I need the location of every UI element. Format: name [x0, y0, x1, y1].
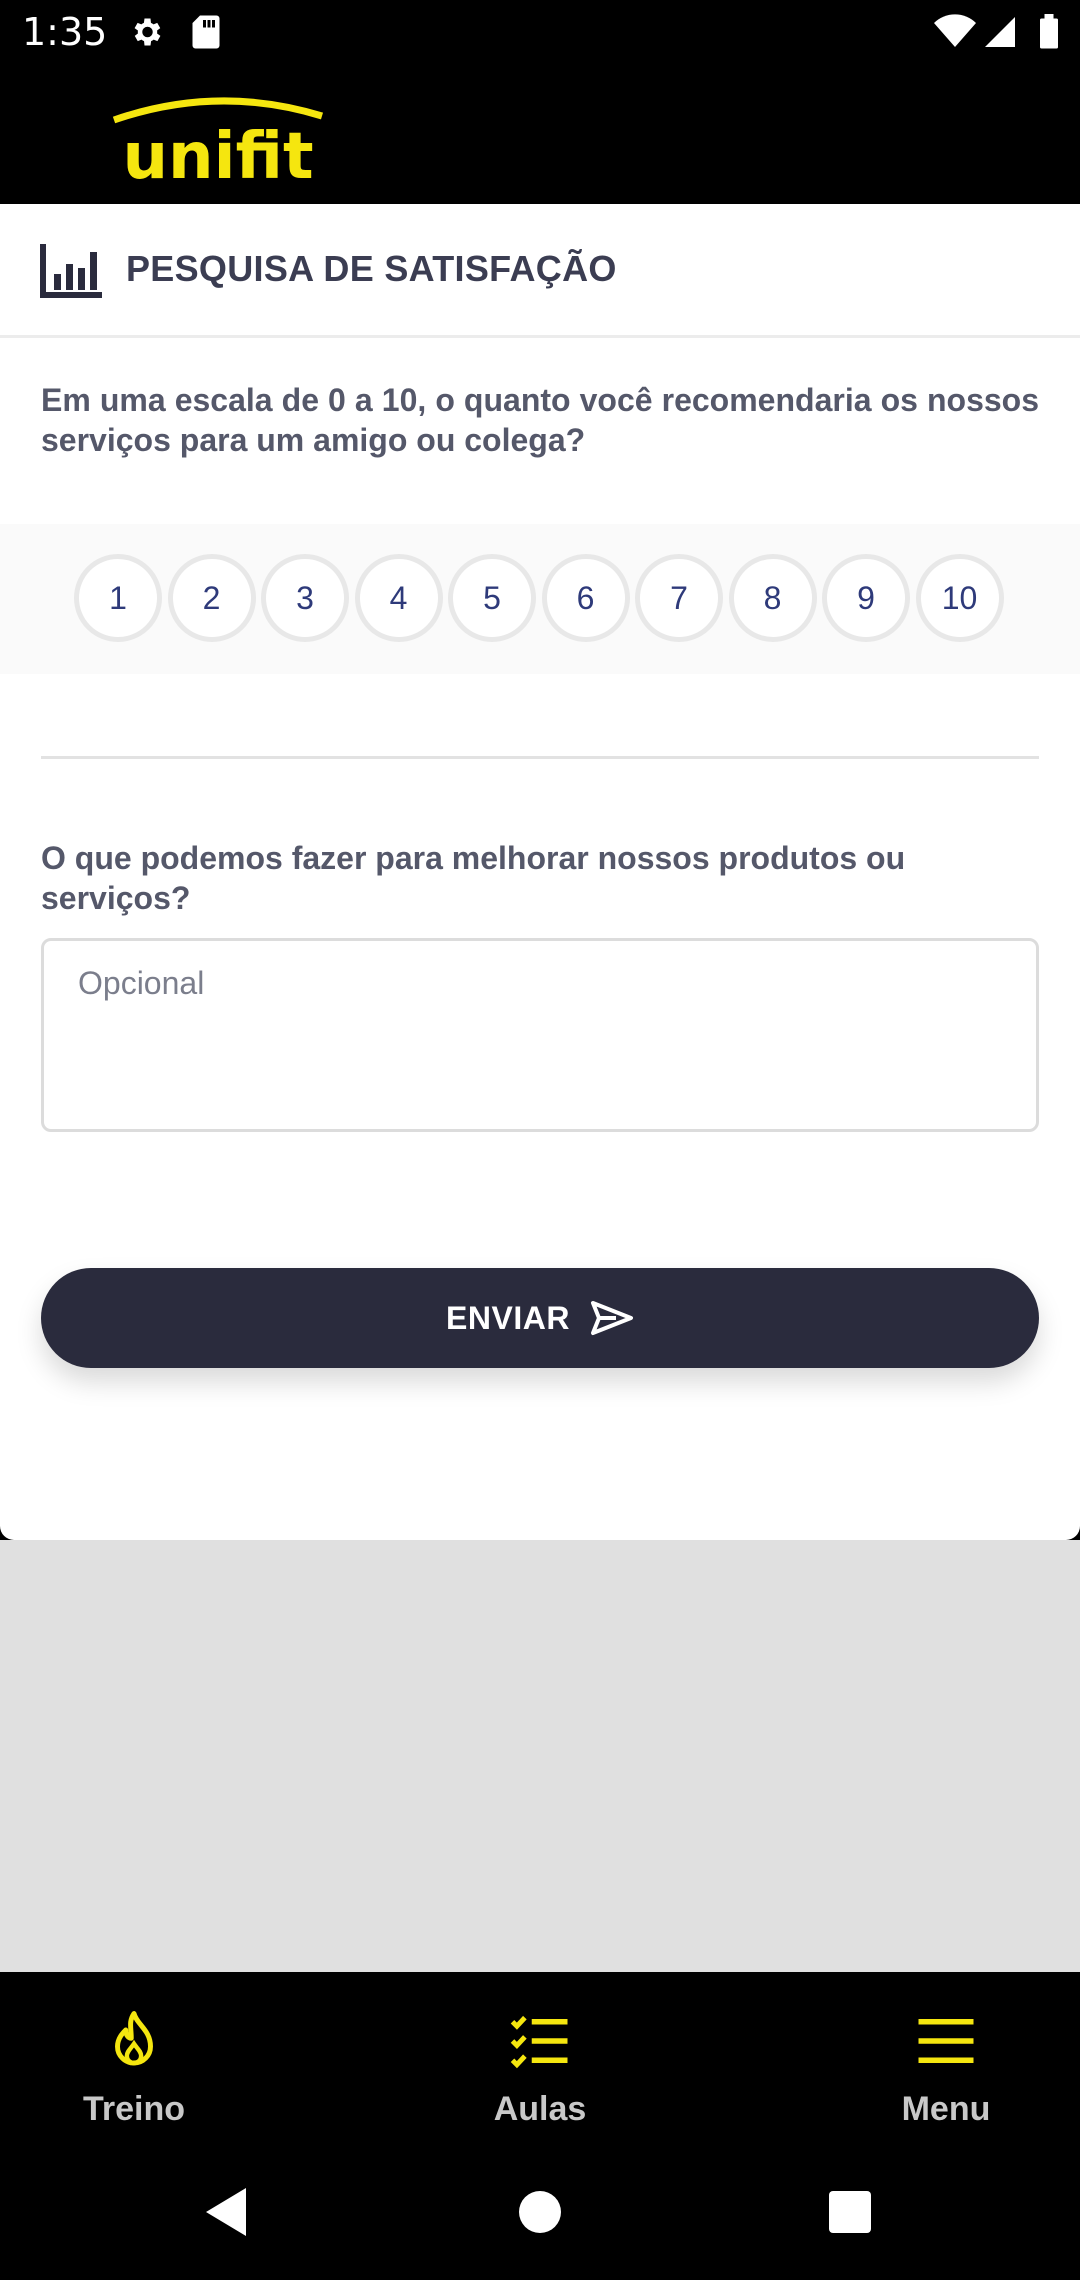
logo-text: unifit — [122, 120, 313, 194]
wifi-icon — [934, 14, 976, 47]
nav-item-menu[interactable]: Menu — [796, 1972, 1080, 2152]
system-navigation-bar — [0, 2152, 1080, 2280]
rating-button-7[interactable]: 7 — [635, 554, 723, 642]
submit-label: ENVIAR — [446, 1299, 570, 1336]
page-title: PESQUISA DE SATISFAÇÃO — [126, 248, 617, 289]
rating-scale: 1 2 3 4 5 6 7 8 9 10 — [0, 524, 1080, 674]
survey-card: PESQUISA DE SATISFAÇÃO Em uma escala de … — [0, 204, 1080, 1540]
submit-button[interactable]: ENVIAR — [41, 1268, 1039, 1368]
battery-icon — [1040, 14, 1058, 49]
bottom-navigation: Treino Aulas Menu — [0, 1972, 1080, 2152]
feedback-textarea[interactable] — [41, 938, 1039, 1132]
signal-icon — [985, 17, 1015, 47]
recents-square-icon[interactable] — [820, 2182, 880, 2242]
nav-label-menu: Menu — [901, 2090, 991, 2128]
send-icon — [590, 1301, 633, 1335]
status-bar: 1:35 — [0, 0, 1080, 66]
phone-screen: 1:35 unifit PESQUISA DE SATISFAÇÃO Em um… — [0, 0, 1080, 2280]
status-time: 1:35 — [22, 10, 108, 54]
rating-button-6[interactable]: 6 — [541, 554, 630, 642]
unifit-logo: unifit — [112, 97, 324, 194]
rating-button-4[interactable]: 4 — [354, 554, 443, 642]
rating-button-10[interactable]: 10 — [915, 554, 1004, 642]
back-triangle-icon[interactable] — [196, 2182, 256, 2242]
rating-button-1[interactable]: 1 — [74, 554, 162, 642]
rating-button-3[interactable]: 3 — [261, 554, 349, 642]
card-header: PESQUISA DE SATISFAÇÃO — [0, 204, 1080, 338]
empty-background — [0, 1540, 1080, 1972]
bar-chart-icon — [40, 244, 102, 298]
nav-item-treino[interactable]: Treino — [0, 1972, 284, 2152]
settings-gear-icon — [134, 18, 161, 46]
rating-button-2[interactable]: 2 — [167, 554, 256, 642]
nav-label-treino: Treino — [82, 2090, 186, 2128]
home-circle-icon[interactable] — [510, 2182, 570, 2242]
nav-item-aulas[interactable]: Aulas — [390, 1972, 690, 2152]
rating-button-5[interactable]: 5 — [448, 554, 536, 642]
rating-button-9[interactable]: 9 — [822, 554, 910, 642]
hamburger-icon — [918, 2019, 974, 2063]
sd-card-icon — [192, 15, 220, 49]
recommendation-question: Em uma escala de 0 a 10, o quanto você r… — [41, 382, 1039, 458]
flame-icon — [115, 2011, 153, 2066]
improvement-question: O que podemos fazer para melhorar nossos… — [41, 840, 906, 916]
checklist-icon — [510, 2015, 568, 2069]
nav-label-aulas: Aulas — [493, 2090, 587, 2128]
rating-button-8[interactable]: 8 — [728, 554, 817, 642]
app-header: unifit — [0, 66, 1080, 204]
section-divider — [41, 756, 1039, 759]
